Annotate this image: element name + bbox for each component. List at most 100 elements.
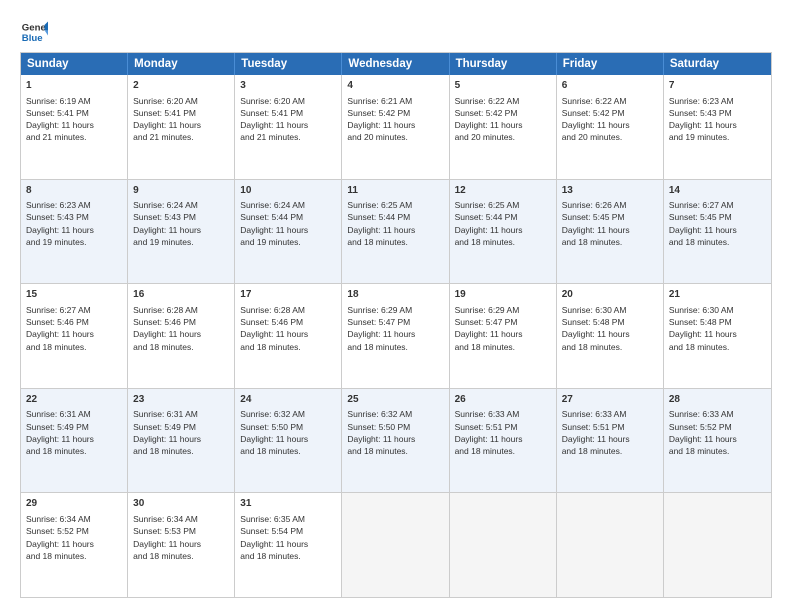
day-info-line: Sunset: 5:42 PM [347,107,443,119]
day-info-line: Sunset: 5:43 PM [26,211,122,223]
calendar-day-30: 30Sunrise: 6:34 AMSunset: 5:53 PMDayligh… [128,493,235,597]
day-info-line: Sunset: 5:44 PM [240,211,336,223]
day-info-line: Sunset: 5:43 PM [133,211,229,223]
day-number: 21 [669,288,766,303]
day-info-line: and 21 minutes. [26,131,122,143]
logo-icon: General Blue [20,18,48,46]
day-info-line: Sunset: 5:45 PM [562,211,658,223]
calendar-empty-cell [557,493,664,597]
header-day-monday: Monday [128,53,235,75]
day-info-line: Daylight: 11 hours [562,433,658,445]
calendar-row: 1Sunrise: 6:19 AMSunset: 5:41 PMDaylight… [21,75,771,180]
day-info-line: and 18 minutes. [455,445,551,457]
day-info-line: Sunrise: 6:31 AM [26,408,122,420]
day-info-line: Sunrise: 6:20 AM [133,95,229,107]
calendar-day-9: 9Sunrise: 6:24 AMSunset: 5:43 PMDaylight… [128,180,235,284]
calendar-day-17: 17Sunrise: 6:28 AMSunset: 5:46 PMDayligh… [235,284,342,388]
calendar-empty-cell [342,493,449,597]
header-day-friday: Friday [557,53,664,75]
header: General Blue [20,18,772,46]
day-info-line: Sunset: 5:50 PM [347,421,443,433]
day-info-line: and 18 minutes. [669,445,766,457]
calendar-day-29: 29Sunrise: 6:34 AMSunset: 5:52 PMDayligh… [21,493,128,597]
day-info-line: Daylight: 11 hours [26,224,122,236]
day-info-line: and 19 minutes. [133,236,229,248]
day-number: 11 [347,184,443,199]
day-info-line: Sunset: 5:52 PM [669,421,766,433]
day-info-line: Daylight: 11 hours [133,538,229,550]
day-number: 10 [240,184,336,199]
calendar-day-26: 26Sunrise: 6:33 AMSunset: 5:51 PMDayligh… [450,389,557,493]
day-info-line: and 18 minutes. [133,445,229,457]
day-info-line: Daylight: 11 hours [240,538,336,550]
day-number: 30 [133,497,229,512]
header-day-tuesday: Tuesday [235,53,342,75]
day-info-line: Daylight: 11 hours [26,328,122,340]
day-info-line: Daylight: 11 hours [240,224,336,236]
day-info-line: Sunset: 5:48 PM [562,316,658,328]
day-info-line: and 19 minutes. [669,131,766,143]
calendar-day-16: 16Sunrise: 6:28 AMSunset: 5:46 PMDayligh… [128,284,235,388]
calendar-row: 29Sunrise: 6:34 AMSunset: 5:52 PM Dayligh… [21,493,771,597]
day-info-line: Sunrise: 6:22 AM [562,95,658,107]
header-day-saturday: Saturday [664,53,771,75]
day-info-line: and 21 minutes. [240,131,336,143]
day-info-line: Daylight: 11 hours [669,224,766,236]
svg-text:Blue: Blue [22,33,43,44]
day-info-line: Sunset: 5:43 PM [669,107,766,119]
day-info-line: Sunset: 5:41 PM [240,107,336,119]
day-info-line: Sunset: 5:45 PM [669,211,766,223]
calendar-day-10: 10Sunrise: 6:24 AMSunset: 5:44 PMDayligh… [235,180,342,284]
day-info-line: and 20 minutes. [562,131,658,143]
day-info-line: Sunrise: 6:33 AM [455,408,551,420]
day-info-line: Sunrise: 6:25 AM [455,199,551,211]
day-info-line: and 20 minutes. [347,131,443,143]
day-info-line: Sunset: 5:44 PM [347,211,443,223]
day-info-line: Sunset: 5:42 PM [562,107,658,119]
calendar-day-7: 7Sunrise: 6:23 AMSunset: 5:43 PMDaylight… [664,75,771,179]
day-number: 3 [240,79,336,94]
day-info-line: Sunrise: 6:22 AM [455,95,551,107]
calendar-day-19: 19Sunrise: 6:29 AMSunset: 5:47 PMDayligh… [450,284,557,388]
day-number: 4 [347,79,443,94]
day-info-line: and 18 minutes. [669,341,766,353]
calendar-empty-cell [664,493,771,597]
calendar-day-31: 31Sunrise: 6:35 AMSunset: 5:54 PMDayligh… [235,493,342,597]
calendar-day-23: 23Sunrise: 6:31 AMSunset: 5:49 PMDayligh… [128,389,235,493]
calendar-day-1: 1Sunrise: 6:19 AMSunset: 5:41 PMDaylight… [21,75,128,179]
day-info-line: Sunset: 5:46 PM [240,316,336,328]
calendar-day-5: 5Sunrise: 6:22 AMSunset: 5:42 PMDaylight… [450,75,557,179]
day-number: 23 [133,393,229,408]
day-number: 14 [669,184,766,199]
calendar-day-12: 12Sunrise: 6:25 AMSunset: 5:44 PMDayligh… [450,180,557,284]
day-info-line: and 18 minutes. [347,341,443,353]
day-info-line: Sunrise: 6:28 AM [133,304,229,316]
day-info-line: and 20 minutes. [455,131,551,143]
day-info-line: Sunrise: 6:32 AM [240,408,336,420]
day-number: 18 [347,288,443,303]
day-info-line: Sunrise: 6:27 AM [26,304,122,316]
day-info-line: Daylight: 11 hours [455,119,551,131]
header-day-wednesday: Wednesday [342,53,449,75]
day-info-line: Daylight: 11 hours [669,328,766,340]
day-number: 22 [26,393,122,408]
day-info-line: Daylight: 11 hours [133,119,229,131]
page: General Blue SundayMondayTuesdayWednesda… [0,0,792,612]
day-number: 29 [26,497,122,512]
day-info-line: Sunrise: 6:34 AM [26,513,122,525]
day-info-line: Sunrise: 6:23 AM [669,95,766,107]
day-info-line: and 18 minutes. [240,341,336,353]
calendar-row: 15Sunrise: 6:27 AMSunset: 5:46 PMDayligh… [21,284,771,389]
header-day-sunday: Sunday [21,53,128,75]
day-info-line: Daylight: 11 hours [133,328,229,340]
day-number: 26 [455,393,551,408]
day-number: 13 [562,184,658,199]
calendar-day-11: 11Sunrise: 6:25 AMSunset: 5:44 PMDayligh… [342,180,449,284]
calendar-day-25: 25Sunrise: 6:32 AMSunset: 5:50 PMDayligh… [342,389,449,493]
calendar-day-20: 20Sunrise: 6:30 AMSunset: 5:48 PMDayligh… [557,284,664,388]
day-info-line: and 19 minutes. [240,236,336,248]
day-info-line: Sunrise: 6:26 AM [562,199,658,211]
day-info-line: Sunset: 5:52 PM [26,525,122,537]
day-info-line: Daylight: 11 hours [669,119,766,131]
calendar-day-13: 13Sunrise: 6:26 AMSunset: 5:45 PMDayligh… [557,180,664,284]
